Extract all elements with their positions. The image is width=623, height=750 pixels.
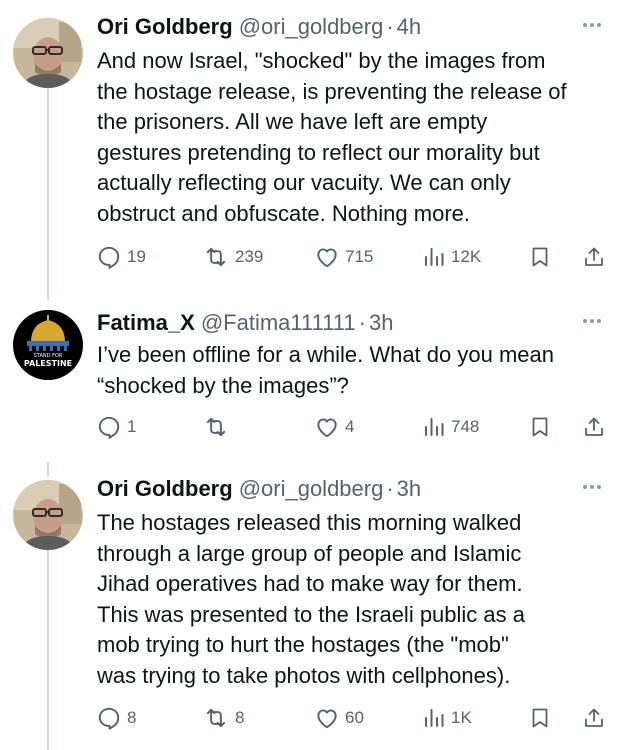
author-handle[interactable]: @ori_goldberg [239,10,384,44]
reply-icon [98,416,120,439]
tweet-text: And now Israel, "shocked" by the images … [97,48,567,226]
more-icon [583,23,601,27]
separator-dot: · [358,310,366,335]
like-button[interactable]: 60 [314,703,364,733]
share-button[interactable] [582,703,606,733]
bookmark-button[interactable] [528,242,552,272]
views-count: 12K [451,247,482,266]
bookmark-icon [532,247,548,267]
retweet-icon [206,708,226,728]
tweet-actions: 19 239 715 12K [96,242,611,272]
like-icon [317,418,337,438]
reply-count: 19 [127,247,146,266]
reply-count: 8 [127,708,137,727]
avatar-caption-line2: PALESTINE [24,359,72,368]
more-icon [583,485,601,489]
retweet-icon [206,247,226,267]
author-handle[interactable]: @ori_goldberg [239,472,384,506]
retweet-count: 239 [235,247,264,266]
reply-button[interactable]: 1 [96,412,136,442]
tweet[interactable]: STAND FOR PALESTINE Fatima_X @Fatima1111… [0,306,623,452]
tweet[interactable]: Ori Goldberg @ori_goldberg · 3h The host… [0,472,623,748]
author-name[interactable]: Fatima_X [97,306,195,340]
like-button[interactable]: 715 [314,242,373,272]
more-icon [583,319,601,323]
like-button[interactable]: 4 [314,412,354,442]
separator-dot: · [386,14,394,39]
tweet[interactable]: Ori Goldberg @ori_goldberg · 4h And now … [0,10,623,280]
reply-count: 1 [127,417,137,436]
like-count: 60 [345,708,364,727]
reply-button[interactable]: 19 [96,242,146,272]
author-handle[interactable]: @Fatima111111 [201,306,356,340]
tweet-actions: 8 8 60 1K [96,703,611,733]
share-button[interactable] [582,412,606,442]
share-button[interactable] [582,242,606,272]
like-count: 4 [345,417,355,436]
views-count: 748 [451,417,480,436]
tweet-thread: Ori Goldberg @ori_goldberg · 4h And now … [0,0,623,750]
views-icon [425,248,444,266]
more-options-button[interactable] [579,474,605,500]
views-icon [425,418,444,436]
bookmark-button[interactable] [528,703,552,733]
like-count: 715 [345,247,374,266]
views-button[interactable]: 1K [422,703,472,733]
tweet-header: Ori Goldberg @ori_goldberg · 4h [97,10,421,44]
views-icon [425,709,444,727]
views-button[interactable]: 12K [422,242,481,272]
tweet-text: The hostages released this morning walke… [97,510,526,688]
share-icon [585,247,603,266]
avatar[interactable] [13,480,83,550]
more-options-button[interactable] [579,308,605,334]
retweet-icon [206,417,226,437]
views-button[interactable]: 748 [422,412,479,442]
tweet-text: I’ve been offline for a while. What do y… [97,342,554,398]
share-icon [585,417,603,436]
tweet-actions: 1 4 748 [96,412,611,442]
author-name[interactable]: Ori Goldberg [97,10,233,44]
retweet-button[interactable] [202,412,235,442]
reply-button[interactable]: 8 [96,703,136,733]
separator-dot: · [386,476,394,501]
author-name[interactable]: Ori Goldberg [97,472,233,506]
bookmark-icon [532,708,548,728]
views-count: 1K [451,708,472,727]
retweet-button[interactable]: 239 [202,242,263,272]
retweet-button[interactable]: 8 [202,703,244,733]
retweet-count: 8 [235,708,245,727]
share-icon [585,708,603,727]
timestamp[interactable]: 3h [369,306,393,340]
tweet-header: Ori Goldberg @ori_goldberg · 3h [97,472,421,506]
like-icon [317,709,337,729]
timestamp[interactable]: 4h [397,10,421,44]
avatar[interactable] [13,18,83,88]
bookmark-icon [532,417,548,437]
avatar[interactable]: STAND FOR PALESTINE [13,310,83,380]
reply-icon [98,246,120,269]
more-options-button[interactable] [579,12,605,38]
timestamp[interactable]: 3h [397,472,421,506]
bookmark-button[interactable] [528,412,552,442]
tweet-header: Fatima_X @Fatima111111 · 3h [97,306,393,340]
like-icon [317,248,337,268]
reply-icon [98,707,120,730]
